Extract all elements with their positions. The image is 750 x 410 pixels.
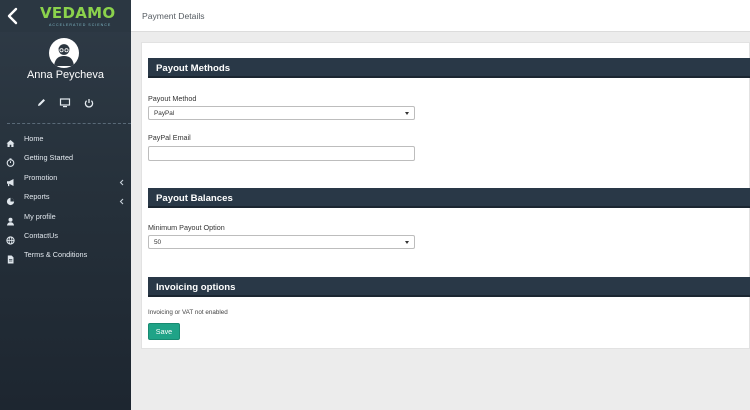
sidebar-item-label: Reports [24,192,50,202]
payout-balances-header: Payout Balances [148,188,750,208]
sidebar-item-home[interactable]: Home [0,130,131,149]
payout-method-select[interactable]: PayPal [148,106,415,120]
section-title: Payout Methods [156,62,231,74]
paypal-email-field[interactable] [148,146,415,161]
user-name: Anna Peycheva [26,69,105,81]
pencil-icon[interactable] [34,96,48,110]
avatar[interactable] [49,38,79,68]
invoicing-status-text: Invoicing or VAT not enabled [148,309,228,316]
user-actions [0,96,131,110]
minimum-payout-select[interactable]: 50 [148,235,415,249]
sidebar-divider [7,123,131,124]
globe-icon [6,232,15,245]
chevron-left-icon [119,193,125,205]
chart-icon [6,193,15,206]
sidebar-item-label: Home [24,134,44,143]
chevron-left-icon [119,174,125,186]
document-icon [6,251,15,264]
page-header: Payment Details [131,0,750,32]
paypal-email-label: PayPal Email [148,133,191,142]
monitor-icon[interactable] [58,96,72,110]
megaphone-icon [6,174,15,186]
home-icon [6,135,15,147]
sidebar-item-promotion[interactable]: Promotion [0,169,131,188]
page-title: Payment Details [142,11,205,21]
invoicing-options-header: Invoicing options [148,277,750,297]
sidebar-item-contactus[interactable]: ContactUs [0,227,131,246]
sidebar-item-my-profile[interactable]: My profile [0,208,131,227]
minimum-payout-label: Minimum Payout Option [148,223,225,232]
section-title: Payout Balances [156,192,233,204]
section-title: Invoicing options [156,281,236,293]
minimum-payout-value: 50 [154,238,162,246]
user-icon [6,213,15,226]
payment-details-card: Payout Methods Payout Method PayPal PayP… [141,42,750,349]
sidebar-header: VEDAMO ACCELERATED SCIENCE [0,0,131,32]
logo-tagline: ACCELERATED SCIENCE [49,23,112,27]
back-arrow-icon[interactable] [4,5,22,27]
sidebar: VEDAMO ACCELERATED SCIENCE Anna Peycheva [0,0,131,410]
sidebar-item-label: ContactUs [24,230,59,240]
sidebar-item-reports[interactable]: Reports [0,188,131,207]
logo-text: VEDAMO [40,4,116,22]
caret-down-icon [405,241,409,244]
sidebar-item-label: Getting Started [24,153,74,163]
save-button[interactable]: Save [148,323,180,340]
sidebar-item-label: Promotion [24,172,58,182]
sidebar-nav: Home Getting Started Promotion Reports M… [0,130,131,266]
stopwatch-icon [6,154,15,168]
caret-down-icon [405,112,409,115]
payout-method-label: Payout Method [148,94,197,103]
sidebar-item-terms[interactable]: Terms & Conditions [0,246,131,265]
sidebar-item-label: Terms & Conditions [24,250,88,260]
power-icon[interactable] [82,96,96,110]
sidebar-item-label: My profile [24,211,56,221]
vedamo-logo[interactable]: VEDAMO ACCELERATED SCIENCE [40,4,124,30]
sidebar-item-getting-started[interactable]: Getting Started [0,149,131,168]
payout-method-value: PayPal [154,109,175,117]
payout-methods-header: Payout Methods [148,58,750,78]
